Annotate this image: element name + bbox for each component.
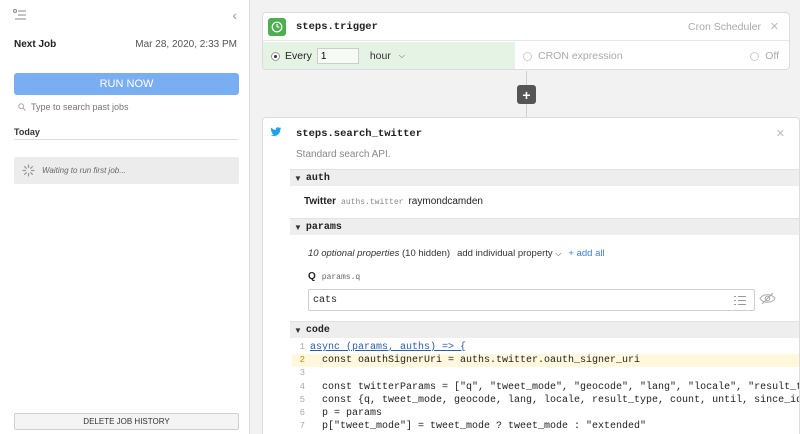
code-line: 7 p["tweet_mode"] = tweet_mode ? tweet_m… xyxy=(292,420,799,433)
next-job-date: Mar 28, 2020, 2:33 PM xyxy=(135,39,237,50)
auth-key: auths.twitter xyxy=(341,198,404,207)
search-icon xyxy=(18,103,26,111)
every-value-input[interactable] xyxy=(316,48,359,64)
param-q-label: Q xyxy=(308,271,316,282)
cron-option[interactable]: CRON expression Off xyxy=(515,42,789,69)
add-property-dropdown[interactable]: add individual property ⌵ xyxy=(457,248,561,259)
trigger-step-card: steps.trigger Cron Scheduler ✕ Every hou… xyxy=(262,12,790,70)
off-radio[interactable] xyxy=(750,51,760,61)
params-options-row: 10 optional properties (10 hidden) add i… xyxy=(308,248,605,259)
every-label: Every xyxy=(285,50,312,62)
code-line: 4 const twitterParams = ["q", "tweet_mod… xyxy=(292,381,800,394)
trigger-source-label: Cron Scheduler xyxy=(688,21,761,33)
off-label: Off xyxy=(765,50,779,62)
search-twitter-step-card: steps.search_twitter ✕ Standard search A… xyxy=(262,117,800,434)
code-text: const {q, tweet_mode, geocode, lang, loc… xyxy=(310,394,800,406)
eye-off-icon[interactable] xyxy=(759,292,776,305)
every-option[interactable]: Every hour ⌵ xyxy=(263,42,515,69)
code-line: 3 xyxy=(292,367,799,380)
spinner-icon xyxy=(22,164,35,177)
auth-row: Twitter auths.twitter raymondcamden xyxy=(304,196,483,207)
step-connector xyxy=(526,71,527,85)
chevron-down-icon: ⌵ xyxy=(398,51,405,60)
code-line-active: 2 const oauthSignerUri = auths.twitter.o… xyxy=(292,354,799,368)
today-label: Today xyxy=(14,127,40,137)
chevron-left-icon[interactable]: ‹ xyxy=(232,7,237,23)
sidebar-header: ‹ xyxy=(0,0,249,30)
code-editor[interactable]: 1 async (params, auths) => { 2 const oau… xyxy=(292,341,800,434)
next-job-label: Next Job xyxy=(14,39,57,50)
run-now-button[interactable]: RUN NOW xyxy=(14,73,239,95)
chevron-down-icon: ⌵ xyxy=(555,249,562,258)
add-property-label: add individual property xyxy=(457,248,553,259)
code-text: p = params xyxy=(310,407,383,419)
param-q-label-row: Q params.q xyxy=(308,271,360,282)
line-number: 2 xyxy=(299,355,305,366)
line-number: 4 xyxy=(299,381,305,392)
delete-job-history-button[interactable]: DELETE JOB HISTORY xyxy=(14,413,239,430)
step-description: Standard search API. xyxy=(296,149,391,160)
params-section-label: params xyxy=(305,221,342,233)
param-q-key: params.q xyxy=(321,273,361,282)
unit-select-value: hour xyxy=(369,50,391,62)
twitter-icon xyxy=(270,127,282,137)
close-icon[interactable]: ✕ xyxy=(776,127,785,140)
trigger-step-header: steps.trigger Cron Scheduler ✕ xyxy=(263,13,789,41)
divider xyxy=(14,139,238,140)
auth-section-toggle[interactable]: ▼ auth xyxy=(290,169,799,186)
clock-icon xyxy=(268,18,286,36)
past-jobs-search-input[interactable] xyxy=(31,102,231,112)
caret-down-icon: ▼ xyxy=(294,173,302,183)
sidebar: ‹ Next Job Mar 28, 2020, 2:33 PM RUN NOW… xyxy=(0,0,250,434)
auth-section-label: auth xyxy=(305,172,330,184)
close-icon[interactable]: ✕ xyxy=(770,20,779,33)
off-option[interactable]: Off xyxy=(750,50,779,62)
code-line: 5 const {q, tweet_mode, geocode, lang, l… xyxy=(292,394,800,407)
list-icon[interactable] xyxy=(13,9,27,21)
auth-account[interactable]: raymondcamden xyxy=(408,196,482,207)
search-twitter-step-name[interactable]: steps.search_twitter xyxy=(296,128,422,140)
code-text: p["tweet_mode"] = tweet_mode ? tweet_mod… xyxy=(310,421,647,433)
code-text: async (params, auths) => { xyxy=(310,342,467,353)
every-radio[interactable] xyxy=(271,51,280,61)
add-step-button[interactable]: + xyxy=(517,85,536,104)
code-line: 6 p = params xyxy=(292,407,799,420)
waiting-status: Waiting to run first job... xyxy=(14,157,239,184)
step-connector xyxy=(526,104,527,117)
trigger-step-name[interactable]: steps.trigger xyxy=(296,21,378,33)
caret-down-icon: ▼ xyxy=(294,325,302,335)
params-section-toggle[interactable]: ▼ params xyxy=(290,218,799,235)
cron-radio[interactable] xyxy=(523,51,532,61)
optional-count: 10 optional properties xyxy=(308,248,400,259)
line-number: 7 xyxy=(299,421,305,432)
list-icon[interactable] xyxy=(734,295,746,306)
unit-select[interactable]: hour ⌵ xyxy=(370,50,405,62)
line-number: 3 xyxy=(299,368,305,379)
auth-app-label: Twitter xyxy=(304,196,337,207)
param-q-field xyxy=(308,289,755,311)
line-number: 1 xyxy=(299,342,305,352)
code-text: const twitterParams = ["q", "tweet_mode"… xyxy=(310,381,800,393)
cron-expression-label: CRON expression xyxy=(538,50,623,62)
add-all-link[interactable]: + add all xyxy=(568,248,604,259)
param-q-input[interactable] xyxy=(313,294,713,306)
code-text: const oauthSignerUri = auths.twitter.oau… xyxy=(310,355,641,367)
line-number: 6 xyxy=(299,407,305,418)
past-jobs-search xyxy=(18,100,238,114)
caret-down-icon: ▼ xyxy=(294,222,302,232)
code-line: 1 async (params, auths) => { xyxy=(292,341,799,354)
line-number: 5 xyxy=(299,394,305,405)
waiting-text: Waiting to run first job... xyxy=(42,166,126,175)
code-section-label: code xyxy=(305,324,330,336)
code-section-toggle[interactable]: ▼ code xyxy=(290,321,799,338)
trigger-options: Every hour ⌵ CRON expression Off xyxy=(263,42,789,69)
hidden-count: (10 hidden) xyxy=(402,248,451,259)
optional-properties-count: 10 optional properties (10 hidden) xyxy=(308,248,450,259)
